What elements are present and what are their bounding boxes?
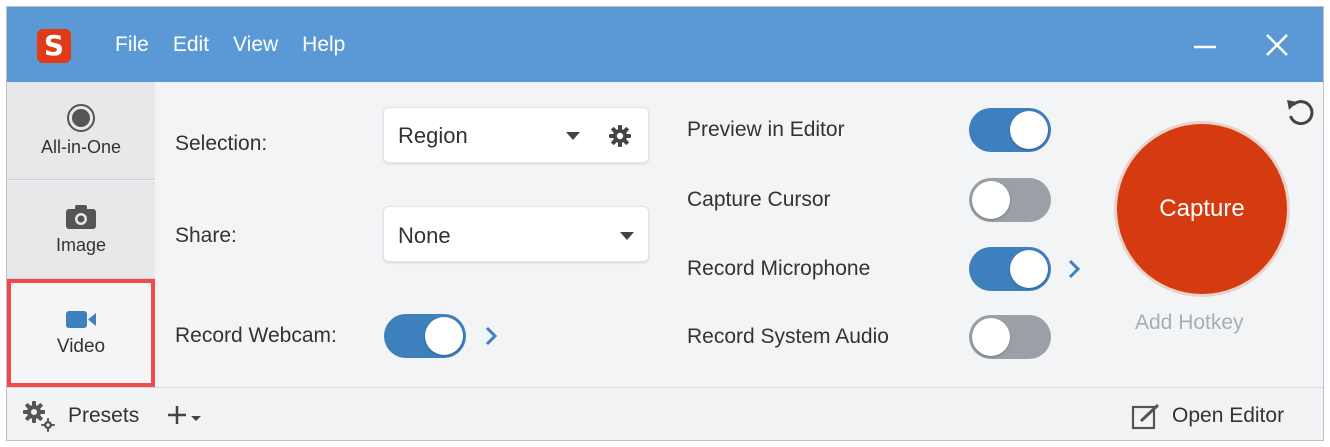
toggle-knob [972,318,1010,356]
footer-bar: Presets Open Editor [7,387,1323,440]
record-dot-icon [67,104,95,132]
capture-button[interactable]: Capture [1117,124,1287,294]
tab-label: All-in-One [40,137,122,157]
selection-label: Selection: [175,132,268,155]
menu-view[interactable]: View [233,33,278,57]
preview-editor-label: Preview in Editor [687,118,845,141]
close-icon[interactable] [1257,25,1297,65]
chevron-right-icon[interactable] [1065,257,1083,281]
webcam-toggle[interactable] [384,314,466,358]
toggle-knob [1010,111,1048,149]
selection-dropdown[interactable]: Region [383,107,649,163]
open-editor-button[interactable]: Open Editor [1172,404,1284,428]
menu-bar: File Edit View Help [115,7,369,82]
tab-label: Image [55,235,107,255]
title-bar: S File Edit View Help [7,7,1323,82]
minimize-icon[interactable] [1185,25,1225,65]
edit-icon [1131,403,1160,430]
record-microphone-label: Record Microphone [687,257,871,280]
chevron-down-icon [620,232,634,240]
record-system-audio-toggle[interactable] [969,315,1051,359]
capture-mode-tabs: All-in-One Image Video [7,82,155,387]
add-preset-icon[interactable] [167,402,207,430]
share-label: Share: [175,224,237,247]
capture-settings: Selection: Region Share: None Record Web… [155,82,1323,387]
menu-help[interactable]: Help [302,33,345,57]
capture-window: S File Edit View Help All-in-One Image V… [6,6,1324,441]
presets-gear-icon[interactable] [21,400,55,432]
share-dropdown[interactable]: None [383,206,649,262]
record-system-audio-label: Record System Audio [687,325,889,348]
tab-image[interactable]: Image [7,181,155,279]
share-value: None [398,223,451,248]
preview-editor-toggle[interactable] [969,108,1051,152]
record-webcam-label: Record Webcam: [175,324,337,347]
menu-file[interactable]: File [115,33,149,57]
toggle-knob [1010,250,1048,288]
tab-all-in-one[interactable]: All-in-One [7,82,155,180]
capture-cursor-toggle[interactable] [969,178,1051,222]
capture-cursor-label: Capture Cursor [687,188,831,211]
video-camera-icon [66,311,96,328]
gear-icon[interactable] [608,124,632,148]
reset-icon[interactable] [1283,96,1319,132]
presets-button[interactable]: Presets [68,404,139,428]
toggle-knob [425,317,463,355]
camera-icon [66,205,96,229]
chevron-down-icon [566,132,580,140]
capture-label: Capture [1159,195,1245,222]
app-logo: S [37,29,71,63]
selection-value: Region [398,123,468,148]
tab-label: Video [56,336,106,357]
tab-video[interactable]: Video [7,279,155,387]
menu-edit[interactable]: Edit [173,33,209,57]
record-microphone-toggle[interactable] [969,247,1051,291]
add-hotkey-link[interactable]: Add Hotkey [1135,311,1244,335]
toggle-knob [972,181,1010,219]
chevron-right-icon[interactable] [482,324,500,348]
